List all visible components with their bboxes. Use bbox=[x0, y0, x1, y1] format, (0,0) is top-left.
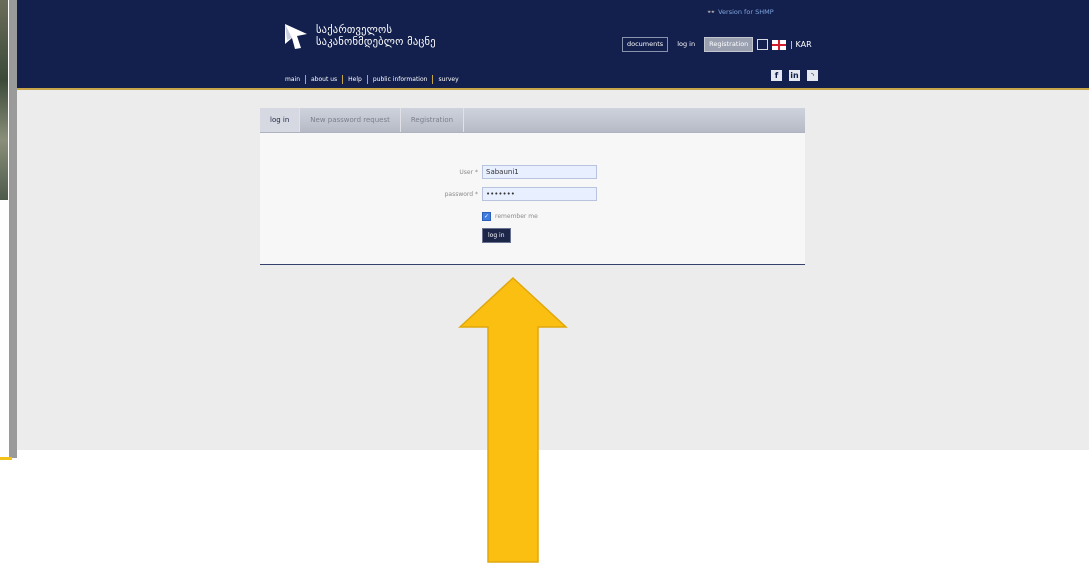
user-label: User * bbox=[459, 168, 478, 176]
social-links: f in ◝ bbox=[771, 70, 818, 81]
glasses-icon: 👓 bbox=[707, 8, 716, 16]
login-panel: log in New password request Registration… bbox=[260, 108, 805, 265]
site-header: საქართველოს საკანონმდებლო მაცნე 👓 Versio… bbox=[17, 0, 1089, 88]
nav-item-public-information[interactable]: public information bbox=[373, 76, 428, 83]
auth-tabs: log in New password request Registration bbox=[260, 108, 805, 133]
user-input[interactable]: Sabauni1 bbox=[482, 165, 597, 179]
decorative-line bbox=[0, 457, 12, 460]
nav-separator bbox=[432, 75, 434, 84]
nav-item-main[interactable]: main bbox=[285, 76, 300, 83]
user-row: User * Sabauni1 bbox=[398, 165, 597, 179]
tab-log-in[interactable]: log in bbox=[260, 108, 301, 132]
tab-new-password-request[interactable]: New password request bbox=[300, 108, 401, 132]
nav-separator bbox=[366, 75, 368, 84]
tab-registration[interactable]: Registration bbox=[401, 108, 465, 132]
password-row: password * ••••••• bbox=[398, 187, 597, 201]
accessibility-checkbox[interactable] bbox=[757, 39, 769, 50]
language-switch[interactable]: | KAR bbox=[790, 40, 811, 49]
version-link[interactable]: 👓 Version for SHMP bbox=[707, 8, 774, 16]
linkedin-icon[interactable]: in bbox=[789, 70, 800, 81]
logo-line-2: საკანონმდებლო მაცნე bbox=[316, 36, 436, 48]
login-form: User * Sabauni1 password * ••••••• ✓ rem… bbox=[260, 133, 805, 265]
header-divider bbox=[17, 88, 1089, 90]
header-buttons: documents log in Registration | KAR bbox=[622, 37, 812, 52]
nav-item-survey[interactable]: survey bbox=[438, 76, 458, 83]
logo-text: საქართველოს საკანონმდებლო მაცნე bbox=[316, 24, 436, 48]
remember-checkbox[interactable]: ✓ bbox=[482, 212, 491, 221]
georgian-flag-icon[interactable] bbox=[772, 39, 787, 50]
documents-button[interactable]: documents bbox=[622, 37, 669, 52]
password-input[interactable]: ••••••• bbox=[482, 187, 597, 201]
nav-separator bbox=[305, 75, 306, 84]
rss-icon[interactable]: ◝ bbox=[807, 70, 818, 81]
nav-item-help[interactable]: Help bbox=[348, 76, 362, 83]
login-submit-button[interactable]: log in bbox=[482, 228, 511, 243]
login-link[interactable]: log in bbox=[672, 37, 701, 52]
site-logo[interactable]: საქართველოს საკანონმდებლო მაცნე bbox=[283, 22, 436, 50]
nav-item-about-us[interactable]: about us bbox=[311, 76, 337, 83]
window-border bbox=[9, 0, 17, 458]
facebook-icon[interactable]: f bbox=[771, 70, 782, 81]
logo-arrow-icon bbox=[285, 24, 307, 49]
remember-me[interactable]: ✓ remember me bbox=[482, 212, 538, 221]
logo-line-1: საქართველოს bbox=[316, 24, 393, 36]
version-link-label: Version for SHMP bbox=[718, 8, 774, 16]
registration-button[interactable]: Registration bbox=[704, 37, 754, 52]
password-label: password * bbox=[444, 190, 478, 198]
annotation-arrow-up-icon bbox=[458, 276, 568, 563]
nav-separator bbox=[342, 75, 344, 84]
remember-label: remember me bbox=[495, 213, 538, 220]
background-photo-strip bbox=[0, 0, 8, 200]
main-nav: main about us Help public information su… bbox=[285, 75, 459, 84]
